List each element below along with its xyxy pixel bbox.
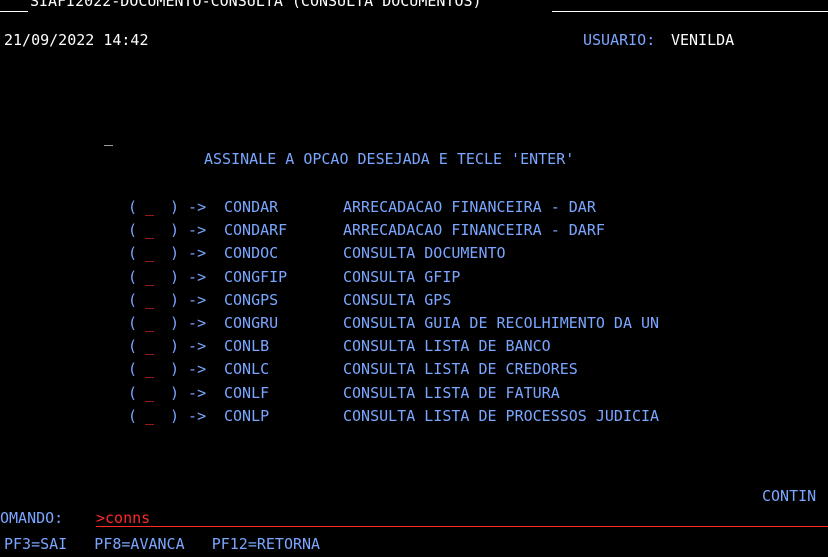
open-paren: ( [128,360,138,379]
option-description: CONSULTA LISTA DE CREDORES [343,360,578,379]
option-code: CONLP [224,406,270,425]
close-paren-arrow: ) -> [170,406,207,425]
option-code: CONGFIP [224,267,288,286]
option-select-field[interactable]: _ [145,291,154,309]
option-select-field[interactable]: _ [145,198,154,216]
option-select-field[interactable]: _ [145,384,154,402]
option-code: CONDOC [224,244,279,263]
close-paren-arrow: ) -> [170,360,207,379]
close-paren-arrow: ) -> [170,244,207,263]
command-underline [96,526,828,527]
option-description: CONSULTA LISTA DE PROCESSOS JUDICIA [343,406,660,425]
option-code: CONDAR [224,198,279,216]
command-input[interactable]: >conns [96,509,150,527]
menu-option-row[interactable]: ( _ ) -> CONGFIP CONSULTA GFIP [0,268,828,290]
option-description: CONSULTA LISTA DE FATURA [343,383,560,402]
open-paren: ( [128,383,138,402]
option-code: CONLB [224,337,270,356]
close-paren-arrow: ) -> [170,221,207,240]
open-paren: ( [128,198,138,216]
option-select-field[interactable]: _ [145,314,154,332]
menu-option-row[interactable]: ( _ ) -> CONDAR ARRECADACAO FINANCEIRA - DAR [0,198,828,220]
open-paren: ( [128,314,138,332]
menu-option-row[interactable]: ( _ ) -> CONDOC CONSULTA DOCUMENTO [0,244,828,266]
datetime: 21/09/2022 14:42 [4,31,149,49]
option-description: ARRECADACAO FINANCEIRA - DARF [343,221,605,240]
option-code: CONGRU [224,314,279,332]
open-paren: ( [128,244,138,263]
option-description: CONSULTA GFIP [343,267,461,286]
option-description: CONSULTA LISTA DE BANCO [343,337,551,356]
close-paren-arrow: ) -> [170,290,207,309]
open-paren: ( [128,406,138,425]
option-code: CONGPS [224,290,279,309]
open-paren: ( [128,221,138,240]
option-description: CONSULTA GUIA DE RECOLHIMENTO DA UN [343,314,660,332]
menu-option-row[interactable]: ( _ ) -> CONDARF ARRECADACAO FINANCEIRA - DA… [0,221,828,243]
option-description: CONSULTA GPS [343,290,452,309]
screen-title: SIAFI2022-DOCUMENTO-CONSULTA (CONSULTA D… [30,0,482,10]
option-description: CONSULTA DOCUMENTO [343,244,506,263]
user-label: USUARIO: [583,31,656,49]
cursor: _ [104,128,114,146]
option-select-field[interactable]: _ [145,407,154,425]
title-rule-left [0,11,28,12]
open-paren: ( [128,290,138,309]
title-rule-right [552,11,828,12]
menu-option-row[interactable]: ( _ ) -> CONLP CONSULTA LISTA DE PROCESSOS J… [0,407,828,429]
option-code: CONLC [224,360,270,379]
close-paren-arrow: ) -> [170,314,207,332]
menu-option-row[interactable]: ( _ ) -> CONLB CONSULTA LISTA DE BANCO [0,337,828,359]
option-select-field[interactable]: _ [145,360,154,378]
option-select-field[interactable]: _ [145,244,154,262]
user-name: VENILDA [671,31,735,49]
menu-option-row[interactable]: ( _ ) -> CONGPS CONSULTA GPS [0,291,828,313]
screen-title-bar: SIAFI2022-DOCUMENTO-CONSULTA (CONSULTA D… [0,0,828,20]
close-paren-arrow: ) -> [170,198,207,216]
option-description: ARRECADACAO FINANCEIRA - DAR [343,198,596,216]
command-label: OMANDO: [0,509,64,527]
option-select-field[interactable]: _ [145,268,154,286]
open-paren: ( [128,267,138,286]
function-keys-bar: PF3=SAI PF8=AVANCA PF12=RETORNA [4,535,321,553]
option-code: CONLF [224,383,270,402]
menu-option-row[interactable]: ( _ ) -> CONLC CONSULTA LISTA DE CREDORES [0,360,828,382]
close-paren-arrow: ) -> [170,337,207,356]
open-paren: ( [128,337,138,356]
close-paren-arrow: ) -> [170,267,207,286]
option-select-field[interactable]: _ [145,337,154,355]
option-select-field[interactable]: _ [145,221,154,239]
instruction-text: ASSINALE A OPCAO DESEJADA E TECLE 'ENTER… [204,150,575,168]
option-code: CONDARF [224,221,288,240]
menu-option-row[interactable]: ( _ ) -> CONLF CONSULTA LISTA DE FATURA [0,384,828,406]
menu-option-row[interactable]: ( _ ) -> CONGRU CONSULTA GUIA DE RECOLHIMENT… [0,314,828,336]
continue-label: CONTIN [762,487,817,505]
close-paren-arrow: ) -> [170,383,207,402]
